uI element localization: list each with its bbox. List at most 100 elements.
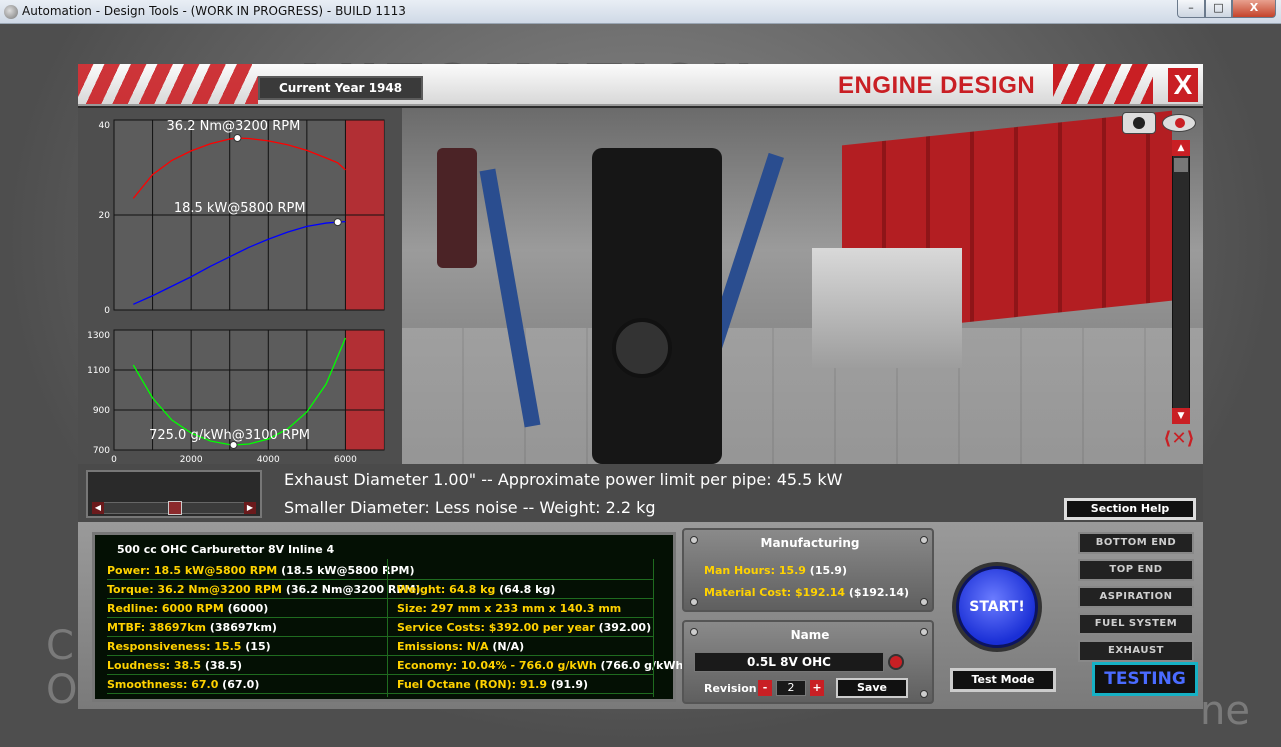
- exhaust-diameter-slider[interactable]: ◀ ▶: [86, 470, 262, 518]
- barrel: [437, 148, 477, 268]
- stat-value: Service Costs: $392.00 per year: [397, 621, 595, 634]
- name-panel: Name 0.5L 8V OHC Revision - 2 + Save: [682, 620, 934, 704]
- y-tick-label: 0: [104, 306, 110, 316]
- stat-row: MTBF: 38697km (38697km): [107, 618, 397, 637]
- manufacturing-title: Manufacturing: [760, 536, 860, 550]
- stats-divider: [387, 559, 388, 697]
- start-button[interactable]: START!: [956, 566, 1038, 648]
- minimize-button[interactable]: –: [1177, 0, 1205, 18]
- camera-icon[interactable]: [1122, 112, 1156, 134]
- zoom-scrollbar[interactable]: [1172, 140, 1190, 418]
- tab-testing[interactable]: TESTING: [1092, 662, 1198, 696]
- stat-value: Responsiveness: 15.5: [107, 640, 242, 653]
- stat-row: Emissions: N/A (N/A): [397, 637, 653, 656]
- material-cost-ref: ($192.14): [845, 586, 910, 599]
- stat-row: Loudness: 38.5 (38.5): [107, 656, 397, 675]
- slider-decrease-button[interactable]: ◀: [92, 502, 104, 514]
- engine-model: [592, 148, 722, 464]
- name-title: Name: [790, 628, 830, 642]
- stat-reference: (15): [241, 640, 271, 653]
- stat-value: Torque: 36.2 Nm@3200 RPM: [107, 583, 282, 596]
- stat-row: [397, 561, 653, 580]
- chevron-up-icon[interactable]: ▲: [1172, 140, 1190, 156]
- peak-label: 36.2 Nm@3200 RPM: [167, 119, 301, 134]
- tab-fuel-system[interactable]: FUEL SYSTEM: [1078, 613, 1194, 635]
- header-stripes-right: [1053, 64, 1153, 104]
- zoom-scroll-thumb[interactable]: [1174, 158, 1188, 172]
- stat-reference: (392.00): [594, 621, 652, 634]
- material-cost-value: Material Cost: $192.14: [704, 586, 846, 599]
- x-tick-label: 0: [111, 455, 117, 464]
- revision-value: 2: [776, 680, 806, 696]
- power-torque-svg: 40 20 0 36.2 Nm@3200 RPM 18.5 kW@5800 RPM: [99, 119, 385, 316]
- x-tick-label: 4000: [257, 455, 280, 464]
- x-tick-label: 2000: [180, 455, 203, 464]
- rivet: [920, 598, 928, 606]
- rivet: [690, 598, 698, 606]
- y-tick-label: 700: [93, 446, 110, 456]
- maximize-button[interactable]: □: [1205, 0, 1232, 18]
- stat-reference: (38697km): [206, 621, 277, 634]
- stat-reference: (91.9): [546, 678, 589, 691]
- stat-value: Loudness: 38.5: [107, 659, 202, 672]
- background-text-right: ne: [1200, 688, 1250, 734]
- stat-row: Economy: 10.04% - 766.0 g/kWh (766.0 g/k…: [397, 656, 688, 675]
- stat-value: Size: 297 mm x 233 mm x 140.3 mm: [397, 602, 622, 615]
- stat-row: Fuel Octane (RON): 91.9 (91.9): [397, 675, 653, 694]
- engine-3d-view[interactable]: ▲ ▼ ⟨✕⟩: [402, 108, 1203, 464]
- current-year: Current Year 1948: [258, 76, 423, 100]
- tab-aspiration[interactable]: ASPIRATION: [1078, 586, 1194, 608]
- engine-design-panel: Current Year 1948 ENGINE DESIGN X 40 20 0 3…: [78, 64, 1203, 709]
- stat-value: Redline: 6000 RPM: [107, 602, 224, 615]
- y-tick-label: 1100: [87, 366, 110, 376]
- section-help-button[interactable]: Section Help: [1064, 498, 1196, 520]
- man-hours-value: Man Hours: 15.9: [704, 564, 806, 577]
- stat-reference: (64.8 kg): [495, 583, 556, 596]
- background-text-left: C O: [46, 623, 78, 713]
- stat-row: Smoothness: 67.0 (67.0): [107, 675, 397, 694]
- part-info-line-2: Smaller Diameter: Less noise -- Weight: …: [284, 498, 656, 517]
- stat-row: Size: 297 mm x 233 mm x 140.3 mm: [397, 599, 653, 618]
- rivet: [920, 690, 928, 698]
- panel-header: Current Year 1948 ENGINE DESIGN X: [78, 64, 1203, 106]
- stat-value: Fuel Octane (RON): 91.9: [397, 678, 547, 691]
- redline-zone: [345, 330, 384, 450]
- tab-bottom-end[interactable]: BOTTOM END: [1078, 532, 1194, 554]
- revision-increase-button[interactable]: +: [810, 680, 824, 696]
- save-button[interactable]: Save: [836, 678, 908, 698]
- revision-label: Revision: [704, 682, 757, 695]
- stat-row: Service Costs: $392.00 per year (392.00): [397, 618, 653, 637]
- y-tick-label: 900: [93, 406, 110, 416]
- panel-close-button[interactable]: X: [1168, 68, 1198, 102]
- stat-row: Power: 18.5 kW@5800 RPM (18.5 kW@5800 RP…: [107, 561, 414, 580]
- revision-decrease-button[interactable]: -: [758, 680, 772, 696]
- rotate-view-icon[interactable]: ⟨✕⟩: [1162, 428, 1196, 450]
- stat-row: Torque: 36.2 Nm@3200 RPM (36.2 Nm@3200 R…: [107, 580, 420, 599]
- stat-value: Weight: 64.8 kg: [397, 583, 496, 596]
- chevron-down-icon[interactable]: ▼: [1172, 408, 1190, 424]
- stat-row: Weight: 64.8 kg (64.8 kg): [397, 580, 653, 599]
- engine-pulley: [612, 318, 672, 378]
- slider-increase-button[interactable]: ▶: [244, 502, 256, 514]
- stat-value: Economy: 10.04% - 766.0 g/kWh: [397, 659, 597, 672]
- fuel-consumption-chart: 1300 1100 900 700 0 2000 4000 6000 725.0 g/kWh@3…: [78, 320, 402, 464]
- tab-exhaust[interactable]: EXHAUST: [1078, 640, 1194, 662]
- stat-value: Power: 18.5 kW@5800 RPM: [107, 564, 278, 577]
- engine-name-input[interactable]: 0.5L 8V OHC: [694, 652, 884, 672]
- eye-icon[interactable]: [1162, 114, 1196, 132]
- stat-reference: (18.5 kW@5800 RPM): [277, 564, 415, 577]
- stat-reference: (N/A): [488, 640, 525, 653]
- stat-reference: (766.0 g/kWh): [596, 659, 689, 672]
- tab-top-end[interactable]: TOP END: [1078, 559, 1194, 581]
- test-mode-button[interactable]: Test Mode: [950, 668, 1056, 692]
- power-torque-chart: 40 20 0 36.2 Nm@3200 RPM 18.5 kW@5800 RPM: [78, 108, 402, 320]
- stat-reference: (38.5): [201, 659, 243, 672]
- man-hours-ref: (15.9): [805, 564, 847, 577]
- app-icon: [4, 5, 18, 19]
- slider-handle[interactable]: [168, 501, 182, 515]
- window-title: Automation - Design Tools - (WORK IN PRO…: [22, 4, 406, 18]
- name-reset-icon[interactable]: [888, 654, 904, 670]
- peak-label: 18.5 kW@5800 RPM: [174, 201, 306, 216]
- window-close-button[interactable]: X: [1232, 0, 1276, 18]
- performance-charts: 40 20 0 36.2 Nm@3200 RPM 18.5 kW@5800 RPM 13…: [78, 108, 402, 464]
